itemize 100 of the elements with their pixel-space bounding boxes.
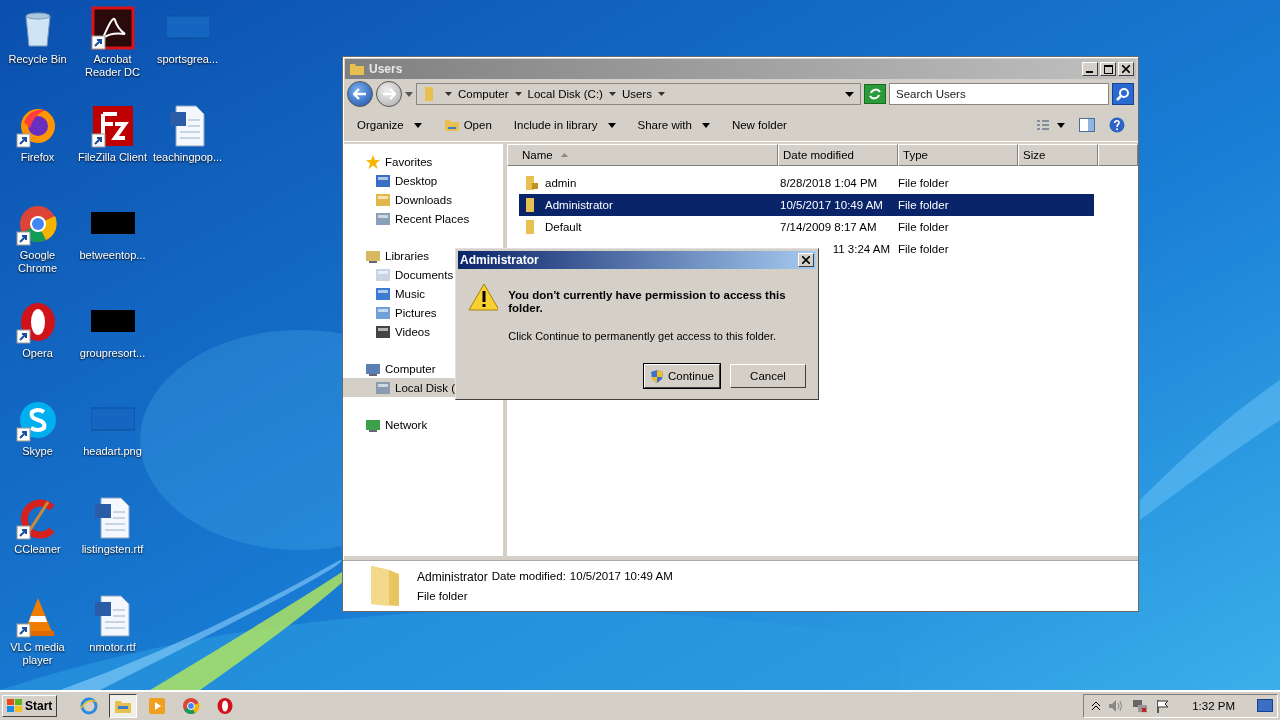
file-row[interactable]: Default 7/14/2009 8:17 AM File folder xyxy=(519,216,1094,238)
close-icon xyxy=(1122,65,1130,73)
close-button[interactable] xyxy=(798,253,814,267)
search-button[interactable] xyxy=(1112,83,1134,105)
folder-icon xyxy=(443,118,460,132)
breadcrumb-item[interactable]: Local Disk (C:) xyxy=(527,88,603,100)
breadcrumb-item[interactable]: Computer xyxy=(458,88,509,100)
icon-label: sportsgrea... xyxy=(156,53,219,66)
window-title: Users xyxy=(369,62,403,76)
toolbar-button[interactable]: Organize xyxy=(351,117,428,133)
details-name: Administrator xyxy=(417,570,488,584)
icon-label: FileZilla Client xyxy=(77,151,148,164)
file-name: admin xyxy=(545,177,577,189)
downloads-icon xyxy=(375,191,391,208)
start-button[interactable]: Start xyxy=(2,695,58,717)
icon-label: headart.png xyxy=(83,445,142,458)
column-header[interactable]: Size xyxy=(1018,144,1098,166)
dialog-title: Administrator xyxy=(460,253,539,267)
navigation-item[interactable]: Recent Places xyxy=(343,209,503,228)
caret-icon[interactable] xyxy=(657,92,665,96)
caret-icon[interactable] xyxy=(445,92,452,96)
forward-button[interactable] xyxy=(376,81,402,107)
file-name: Administrator xyxy=(545,199,613,211)
warning-icon xyxy=(468,283,499,311)
column-header[interactable]: Type xyxy=(898,144,1018,166)
folder-icon xyxy=(349,61,365,77)
file-row[interactable]: Administrator 10/5/2017 10:49 AM File folder xyxy=(519,194,1094,216)
show-desktop-icon[interactable] xyxy=(1257,699,1273,713)
date-modified: 8/28/2018 1:04 PM xyxy=(780,177,878,189)
details-date: 10/5/2017 10:49 AM xyxy=(569,570,673,584)
search-field[interactable]: Search Users xyxy=(889,83,1109,105)
dialog-heading: You don't currently have permission to access this folder. xyxy=(508,289,787,315)
toolbar-button[interactable]: Include in library xyxy=(507,117,622,133)
caret-icon[interactable] xyxy=(514,92,522,96)
caret-icon[interactable] xyxy=(608,92,616,96)
details-type: File folder xyxy=(417,590,469,602)
preview-pane-icon xyxy=(1079,118,1095,132)
dialog-message: Click Continue to permanently get access to this folder. xyxy=(508,330,778,342)
continue-button[interactable]: Continue xyxy=(644,364,720,388)
navigation-item[interactable]: Downloads xyxy=(343,190,503,209)
icon-label: listingsten.rtf xyxy=(81,543,144,556)
caret-icon[interactable] xyxy=(405,91,413,97)
file-type: File folder xyxy=(898,177,949,189)
file-row[interactable]: admin 8/28/2018 1:04 PM File folder xyxy=(519,172,1094,194)
media-icon xyxy=(148,697,167,715)
icon-label: Acrobat Reader DC xyxy=(84,53,141,79)
back-button[interactable] xyxy=(347,81,373,107)
date-modified: 11 3:24 AM xyxy=(832,243,890,255)
ie-icon xyxy=(80,697,99,715)
desktop-icon xyxy=(375,172,391,189)
clock[interactable]: 1:32 PM xyxy=(1192,700,1235,712)
shield-icon xyxy=(649,368,664,384)
icon-label: Google Chrome xyxy=(16,249,59,275)
close-icon xyxy=(802,256,810,264)
forward-arrow-icon xyxy=(382,88,396,100)
navigation-item[interactable]: Favorites xyxy=(343,152,503,171)
icon-label: teachingpop... xyxy=(152,151,223,164)
dropdown-caret-icon[interactable] xyxy=(845,91,854,97)
chevron-up-icon[interactable] xyxy=(1092,701,1101,711)
recent-icon xyxy=(375,210,391,227)
minimize-button[interactable] xyxy=(1082,62,1098,76)
icon-label: Firefox xyxy=(20,151,55,164)
opera-icon xyxy=(216,697,235,715)
network-icon[interactable] xyxy=(1132,699,1149,713)
address-bar[interactable]: Computer Local Disk (C:) Users xyxy=(416,83,861,105)
taskbar-app-button[interactable] xyxy=(109,694,138,718)
date-modified: 7/14/2009 8:17 AM xyxy=(780,221,877,233)
toolbar-button[interactable]: New folder xyxy=(725,117,793,133)
breadcrumb-item[interactable]: Users xyxy=(621,88,652,100)
videos-icon xyxy=(375,323,391,340)
navigation-item[interactable]: Desktop xyxy=(343,171,503,190)
refresh-button[interactable] xyxy=(864,84,886,104)
windows-logo-icon xyxy=(7,699,23,713)
filezilla-icon[interactable] xyxy=(90,104,135,148)
icon-label: VLC media player xyxy=(9,641,66,667)
star-icon xyxy=(365,153,381,170)
acrobat-icon[interactable] xyxy=(90,6,135,50)
flag-icon[interactable] xyxy=(1156,699,1171,713)
file-type: File folder xyxy=(898,221,949,233)
icon-label: Skype xyxy=(22,445,53,458)
icon-label: Recycle Bin xyxy=(8,53,67,66)
date-modified: 10/5/2017 10:49 AM xyxy=(780,199,883,211)
file-type: File folder xyxy=(898,199,949,211)
chrome-icon xyxy=(182,697,201,715)
column-header[interactable]: Name xyxy=(507,144,778,166)
maximize-icon xyxy=(1103,64,1113,74)
back-arrow-icon xyxy=(353,88,367,100)
icon-label: groupresort... xyxy=(79,347,146,360)
close-button[interactable] xyxy=(1118,62,1134,76)
caret-icon xyxy=(701,122,710,128)
icon-label: nmotor.rtf xyxy=(89,641,136,654)
toolbar-button[interactable]: Share with xyxy=(631,117,716,133)
caret-icon xyxy=(413,122,422,128)
navigation-item[interactable]: Network xyxy=(343,415,503,434)
pictures-icon xyxy=(375,304,391,321)
toolbar-button[interactable]: Open xyxy=(437,116,498,134)
column-header[interactable]: Date modified xyxy=(778,144,898,166)
cancel-button[interactable]: Cancel xyxy=(730,364,806,388)
music-icon xyxy=(375,285,391,302)
maximize-button[interactable] xyxy=(1100,62,1116,76)
